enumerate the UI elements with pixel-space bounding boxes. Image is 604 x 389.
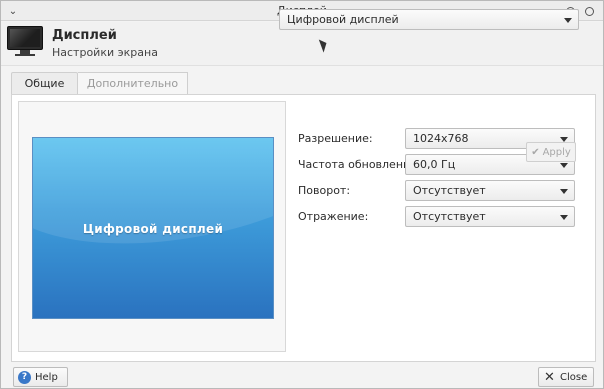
chevron-down-icon bbox=[560, 189, 568, 194]
chevron-down-icon bbox=[560, 215, 568, 220]
rotation-label: Поворот: bbox=[298, 184, 351, 197]
tab-general[interactable]: Общие bbox=[11, 72, 78, 94]
output-select[interactable]: Цифровой дисплей bbox=[279, 9, 579, 30]
display-preview-area: Цифровой дисплей bbox=[18, 101, 286, 352]
refresh-rate-value: 60,0 Гц bbox=[413, 158, 456, 171]
close-icon: ✕ bbox=[544, 369, 555, 385]
chevron-down-icon bbox=[564, 18, 572, 23]
apply-button[interactable]: ✔ Apply bbox=[526, 142, 576, 162]
tab-bar: Общие Дополнительно bbox=[11, 72, 188, 94]
monitor-icon bbox=[7, 26, 43, 56]
header-title: Дисплей bbox=[52, 28, 117, 43]
checkmark-icon: ✔ bbox=[531, 146, 540, 158]
display-settings-window: ⌄ Дисплей ▲ Дисплей Настройки экрана Общ… bbox=[0, 0, 604, 389]
help-label: Help bbox=[35, 371, 58, 383]
tab-advanced[interactable]: Дополнительно bbox=[78, 72, 188, 94]
header-subtitle: Настройки экрана bbox=[52, 46, 158, 59]
refresh-rate-label: Частота обновления: bbox=[298, 158, 421, 171]
apply-label: Apply bbox=[542, 146, 571, 158]
rotation-select[interactable]: Отсутствует bbox=[405, 180, 575, 201]
resolution-label: Разрешение: bbox=[298, 132, 373, 145]
reflection-value: Отсутствует bbox=[413, 210, 486, 223]
help-button[interactable]: ? Help bbox=[13, 367, 68, 387]
circle-icon bbox=[584, 6, 594, 16]
close-label: Close bbox=[560, 371, 588, 383]
resolution-value: 1024x768 bbox=[413, 132, 469, 145]
display-preview-label: Цифровой дисплей bbox=[82, 222, 224, 236]
rotation-value: Отсутствует bbox=[413, 184, 486, 197]
display-preview[interactable]: Цифровой дисплей bbox=[32, 137, 274, 319]
output-select-value: Цифровой дисплей bbox=[287, 13, 399, 26]
chevron-down-icon bbox=[560, 163, 568, 168]
help-icon: ? bbox=[18, 370, 31, 384]
maximize-button[interactable] bbox=[581, 3, 597, 19]
mouse-cursor-icon bbox=[318, 37, 330, 53]
reflection-label: Отражение: bbox=[298, 210, 369, 223]
reflection-select[interactable]: Отсутствует bbox=[405, 206, 575, 227]
close-button[interactable]: ✕ Close bbox=[538, 367, 594, 387]
